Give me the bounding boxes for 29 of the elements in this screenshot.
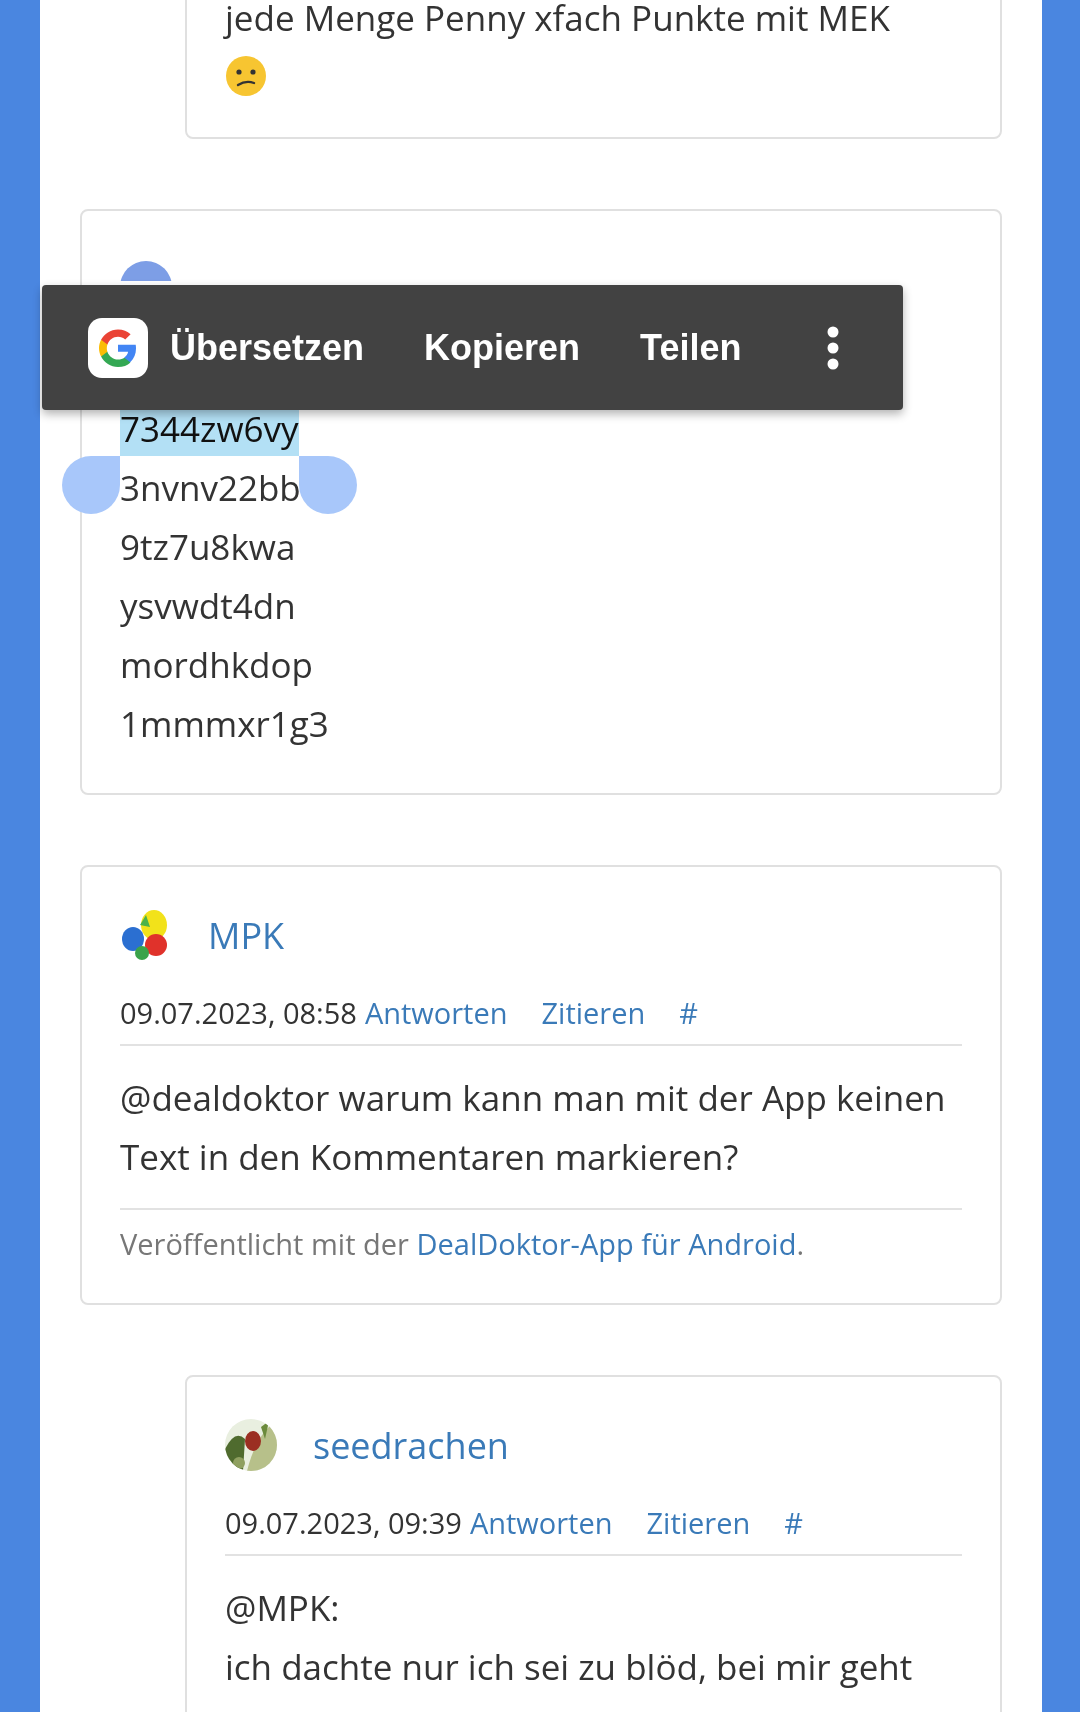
comment-text: jede Menge Penny xfach Punkte mit MEK (225, 0, 891, 43)
code-text: mordhkdop (120, 639, 313, 690)
selection-handle[interactable] (298, 455, 357, 514)
code-text: ysvwdt4dn (120, 580, 296, 631)
code-text: 1mmmxr1g3 (120, 698, 329, 749)
toolbar-action-button[interactable]: Übersetzen (170, 326, 365, 369)
comment-action-link[interactable]: # (784, 1503, 804, 1542)
selection-handle[interactable] (62, 455, 120, 514)
g-logo-icon[interactable] (88, 317, 148, 378)
comment-text: @dealdoktor warum kann man mit der App keinen Text in den Kommentaren markieren? (120, 1073, 947, 1182)
code-text: 3nvnv22bb (120, 462, 301, 513)
author-name[interactable]: seedrachen (313, 1420, 509, 1470)
author-name[interactable]: MPK (208, 910, 285, 960)
comment-text: @MPK: (225, 1583, 341, 1633)
app-link[interactable]: DealDoktor-App für Android (416, 1224, 797, 1263)
toolbar-action-button[interactable]: Teilen (640, 326, 742, 369)
more-icon[interactable] (825, 324, 841, 371)
code-text: 9tz7u8kwa (120, 521, 296, 572)
footer-note: Veröffentlicht mit der DealDoktor-App für Android. (120, 1208, 962, 1263)
avatar-icon (120, 261, 172, 281)
comment-text: ich dachte nur ich sei zu blöd, bei mir geht (225, 1642, 914, 1692)
comment-action-link[interactable]: Zitieren (541, 993, 646, 1032)
comment-date: 09.07.2023, 08:58 (120, 993, 357, 1032)
comment-action-link[interactable]: Antworten (364, 993, 508, 1032)
comment-action-link[interactable]: Zitieren (646, 1503, 751, 1542)
comment-action-link[interactable]: # (679, 993, 699, 1032)
comment-date: 09.07.2023, 09:39 (225, 1503, 462, 1542)
toolbar-action-button[interactable]: Kopieren (424, 326, 581, 369)
comment-action-link[interactable]: Antworten (469, 1503, 613, 1542)
